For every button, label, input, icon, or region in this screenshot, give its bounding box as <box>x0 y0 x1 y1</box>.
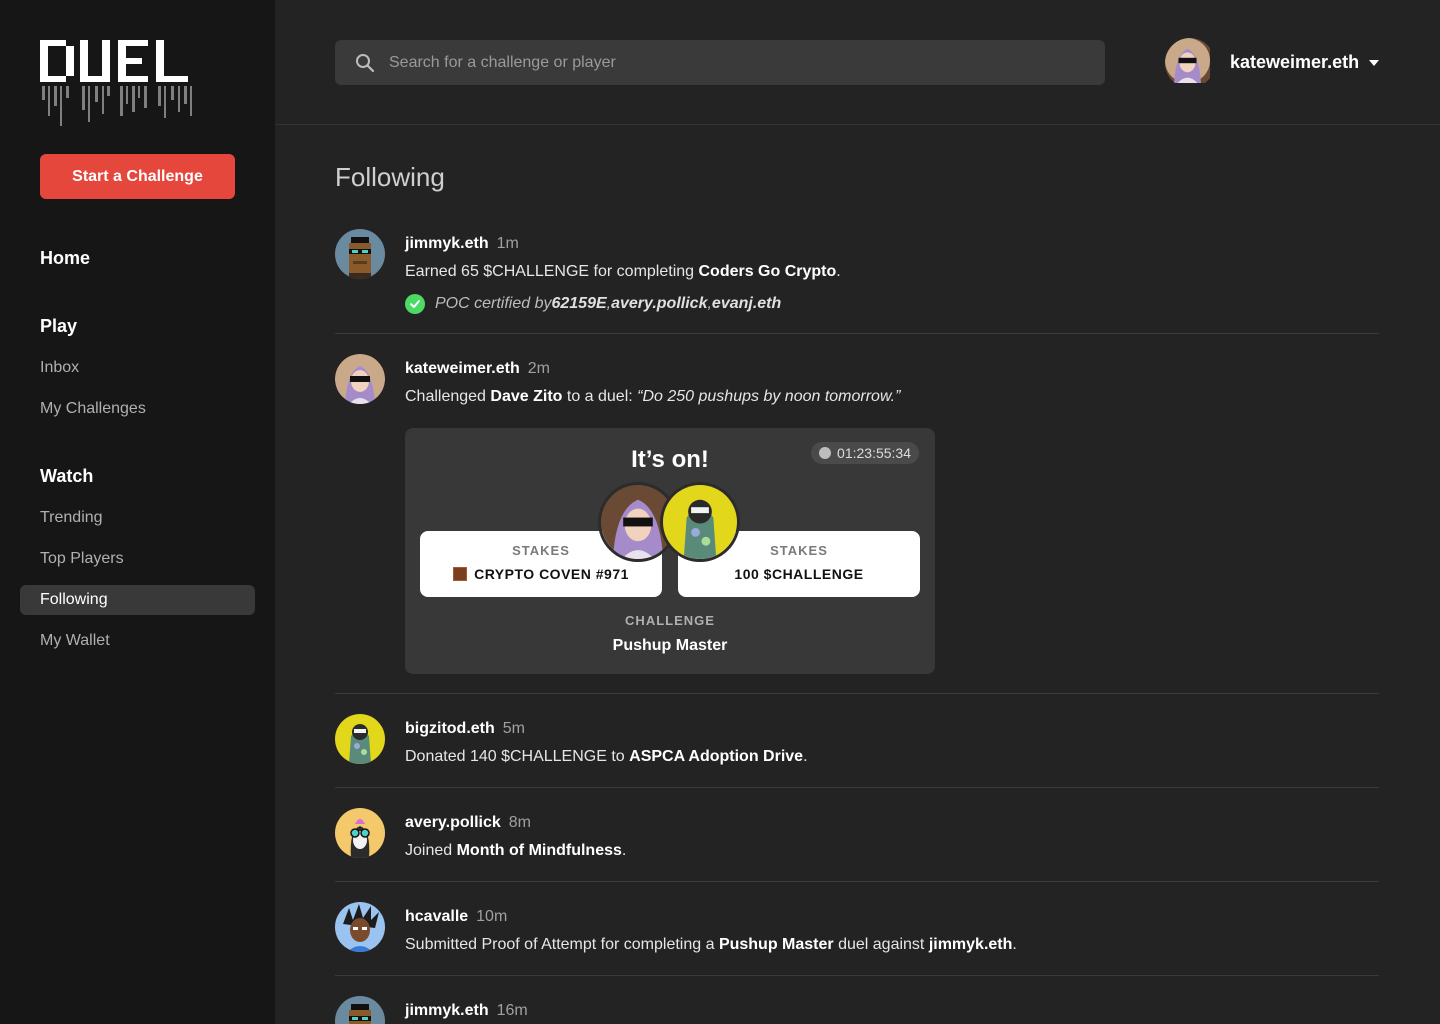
feed-item: jimmyk.eth 1m Earned 65 $CHALLENGE for co… <box>335 229 1379 319</box>
avatar <box>1165 37 1215 88</box>
certifier-link[interactable]: 62159E <box>551 295 606 313</box>
feed-item: avery.pollick 8m Joined Month of Mindfuln… <box>335 808 1379 868</box>
nav-item-inbox[interactable]: Inbox <box>20 353 255 383</box>
avatar[interactable] <box>335 902 385 952</box>
opponent-link[interactable]: jimmyk.eth <box>929 936 1013 953</box>
feed-meta: jimmyk.eth 16m <box>405 1002 528 1020</box>
nav-item-my-challenges[interactable]: My Challenges <box>20 394 255 424</box>
stake-value: CRYPTO COVEN #971 <box>420 566 662 582</box>
challenge-quote: “Do 250 pushups by noon tomorrow.” <box>637 388 901 405</box>
feed-meta: hcavalle 10m <box>405 908 507 926</box>
divider <box>335 333 1379 334</box>
challenge-link[interactable]: Month of Mindfulness <box>457 842 622 859</box>
avatar[interactable] <box>335 996 385 1024</box>
avatar[interactable] <box>335 714 385 764</box>
feed-meta: kateweimer.eth 2m <box>405 360 550 378</box>
challenge-name[interactable]: Pushup Master <box>405 637 935 655</box>
challenge-link[interactable]: Coders Go Crypto <box>698 263 836 280</box>
username: kateweimer.eth <box>1230 52 1360 72</box>
page-title: Following <box>335 162 445 192</box>
feed-meta: jimmyk.eth 1m <box>405 235 519 253</box>
nft-thumbnail <box>453 567 468 581</box>
feed-time: 5m <box>502 720 525 737</box>
challenge-label: CHALLENGE <box>625 613 715 628</box>
feed-time: 8m <box>508 814 531 831</box>
certifier-link[interactable]: evanj.eth <box>712 295 781 313</box>
feed-item: hcavalle 10m Submitted Proof of Attempt f… <box>335 902 1379 962</box>
nav-item-top-players[interactable]: Top Players <box>20 544 255 574</box>
feed-text: Challenged Dave Zito to a duel: “Do 250 … <box>405 388 901 405</box>
feed-time: 1m <box>496 235 519 252</box>
avatar[interactable] <box>335 808 385 858</box>
nav-item-my-wallet[interactable]: My Wallet <box>20 626 255 656</box>
certifier-link[interactable]: avery.pollick <box>611 295 707 313</box>
divider <box>335 693 1379 694</box>
poc-certification: POC certified by 62159E, avery.pollick, … <box>405 294 781 314</box>
nav-item-trending[interactable]: Trending <box>20 503 255 533</box>
divider <box>335 975 1379 976</box>
feed-text: Joined Month of Mindfulness. <box>405 842 627 859</box>
search-bar[interactable] <box>335 40 1105 85</box>
sidebar: Start a Challenge Home Play Inbox My Cha… <box>0 0 275 1024</box>
search-input[interactable] <box>389 53 1069 72</box>
avatar[interactable] <box>335 354 385 404</box>
feed-text: Submitted Proof of Attempt for completin… <box>405 936 1017 953</box>
feed-text: Donated 140 $CHALLENGE to ASPCA Adoption… <box>405 748 808 765</box>
top-bar: kateweimer.eth <box>275 0 1440 125</box>
avatar[interactable] <box>335 229 385 279</box>
feed-time: 16m <box>496 1002 528 1019</box>
search-icon <box>356 53 375 72</box>
chevron-down-icon[interactable] <box>1369 59 1380 66</box>
feed-username[interactable]: jimmyk.eth <box>405 1002 489 1019</box>
feed-username[interactable]: avery.pollick <box>405 814 501 831</box>
cause-link[interactable]: ASPCA Adoption Drive <box>629 748 803 765</box>
feed-meta: bigzitod.eth 5m <box>405 720 525 738</box>
duel-logo[interactable] <box>40 38 200 133</box>
opponent-link[interactable]: Dave Zito <box>490 388 562 405</box>
feed-username[interactable]: kateweimer.eth <box>405 360 520 377</box>
start-challenge-button[interactable]: Start a Challenge <box>40 154 235 199</box>
nav-heading-play: Play <box>40 316 78 336</box>
challenge-link[interactable]: Pushup Master <box>719 936 834 953</box>
countdown-timer: 01:23:55:34 <box>811 442 919 464</box>
feed-username[interactable]: jimmyk.eth <box>405 235 489 252</box>
user-menu[interactable]: kateweimer.eth <box>1165 37 1380 88</box>
feed-meta: avery.pollick 8m <box>405 814 531 832</box>
nav-item-following[interactable]: Following <box>20 585 255 615</box>
feed-text: Earned 65 $CHALLENGE for completing Code… <box>405 263 841 280</box>
feed-item: jimmyk.eth 16m <box>335 996 1379 1024</box>
stake-value: 100 $CHALLENGE <box>734 566 864 582</box>
nav-home[interactable]: Home <box>40 248 90 269</box>
feed-username[interactable]: hcavalle <box>405 908 468 925</box>
feed-username[interactable]: bigzitod.eth <box>405 720 495 737</box>
opponent-avatar[interactable] <box>660 482 740 562</box>
feed-item: kateweimer.eth 2m Challenged Dave Zito to… <box>335 354 1379 676</box>
feed-item: bigzitod.eth 5m Donated 140 $CHALLENGE to… <box>335 714 1379 774</box>
divider <box>335 787 1379 788</box>
feed-time: 2m <box>527 360 550 377</box>
duel-card[interactable]: It’s on! 01:23:55:34 STAKES CRYPTO COVEN… <box>405 428 935 674</box>
feed-time: 10m <box>476 908 508 925</box>
check-circle-icon <box>405 294 425 314</box>
clock-icon <box>819 447 832 459</box>
nav-heading-watch: Watch <box>40 466 94 486</box>
divider <box>335 881 1379 882</box>
